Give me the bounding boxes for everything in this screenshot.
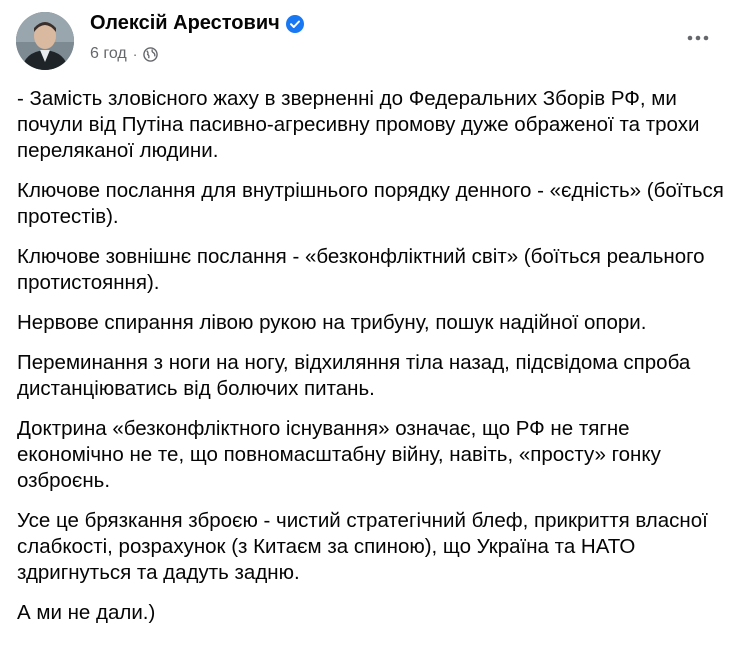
author-name[interactable]: Олексій Арестович — [90, 12, 304, 35]
post-paragraph: Нервове спирання лівою рукою на трибуну,… — [17, 311, 647, 334]
author-name-text[interactable]: Олексій Арестович — [90, 12, 280, 35]
post-time[interactable]: 6 год — [90, 45, 127, 63]
post-paragraph: Ключове зовнішнє послання - «безконфлікт… — [17, 245, 705, 294]
post-paragraph: Ключове послання для внутрішнього порядк… — [17, 179, 724, 228]
post-paragraph: Переминання з ноги на ногу, відхиляння т… — [17, 351, 691, 400]
avatar[interactable] — [16, 12, 74, 70]
meta-separator: · — [132, 46, 138, 62]
post-text: - Замість зловісного жаху в зверненні до… — [17, 86, 729, 640]
post-header: Олексій Арестович 6 год · — [16, 12, 726, 72]
avatar-image — [16, 12, 74, 70]
post-meta: 6 год · — [90, 45, 159, 63]
post-paragraph: - Замість зловісного жаху в зверненні до… — [17, 87, 700, 162]
globe-icon[interactable] — [143, 46, 159, 62]
verified-badge-icon — [285, 14, 304, 33]
more-dots-icon — [687, 35, 709, 41]
post-paragraph: Доктрина «безконфліктного існування» озн… — [17, 417, 661, 492]
post-paragraph: Усе це брязкання зброєю - чистий стратег… — [17, 509, 708, 584]
more-options-button[interactable] — [678, 24, 718, 52]
post-paragraph: А ми не дали.) — [17, 601, 156, 624]
